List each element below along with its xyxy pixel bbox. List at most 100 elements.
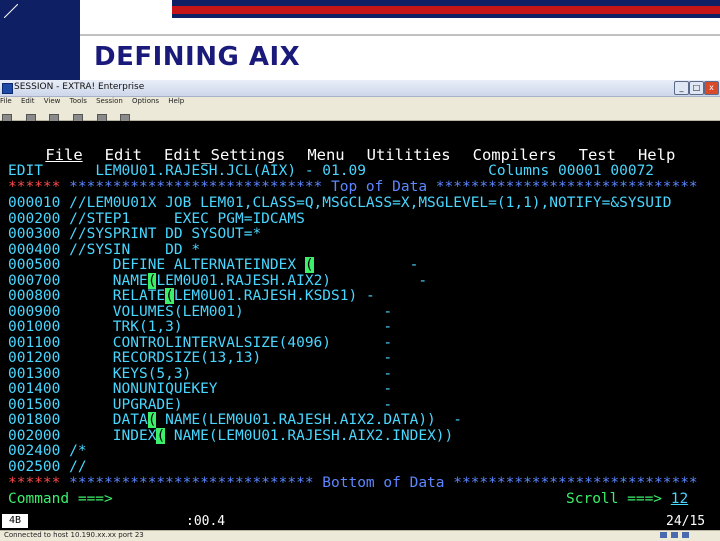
- emulator-status-strip: 4B :00.4 24/15: [0, 514, 720, 530]
- line-text-rest[interactable]: LEM0U01.RAJESH.AIX2) -: [156, 273, 427, 289]
- scroll-amount-input[interactable]: 12: [671, 491, 688, 507]
- header-navy-tab: [56, 28, 80, 80]
- connection-status: Connected to host 10.190.xx.xx port 23: [4, 531, 144, 539]
- top-marker-text: ***************************** Top of Dat…: [69, 179, 698, 195]
- top-marker-stars: ******: [8, 179, 61, 195]
- slide-header: DEFINING AIX: [0, 0, 720, 82]
- columns-label: Columns: [488, 163, 550, 179]
- line-number: 001200: [8, 350, 61, 366]
- line-text[interactable]: //SYSIN DD *: [69, 242, 200, 258]
- source-line: 001000 TRK(1,3) -: [8, 319, 392, 335]
- line-text[interactable]: INDEX: [69, 428, 157, 444]
- ispf-menu-edit[interactable]: Edit: [105, 146, 142, 164]
- scroll-field: Scroll ===> 12: [566, 491, 688, 507]
- close-button[interactable]: x: [704, 81, 719, 95]
- cursor-highlight: (: [165, 288, 174, 304]
- ispf-menu-bar: File Edit Edit_Settings Menu Utilities Compil…: [8, 131, 697, 163]
- line-text[interactable]: KEYS(5,3) -: [69, 366, 392, 382]
- line-text[interactable]: UPGRADE) -: [69, 397, 392, 413]
- line-text[interactable]: TRK(1,3) -: [69, 319, 392, 335]
- ispf-menu-edit-settings[interactable]: Edit_Settings: [164, 146, 285, 164]
- source-line: 001500 UPGRADE) -: [8, 397, 392, 413]
- line-number: 002500: [8, 458, 61, 475]
- line-text[interactable]: //STEP1 EXEC PGM=IDCAMS: [69, 211, 305, 227]
- line-text[interactable]: DATA: [69, 412, 148, 428]
- line-text[interactable]: RELATE: [69, 288, 165, 304]
- status-time: :00.4: [186, 514, 226, 529]
- menu-view[interactable]: View: [44, 97, 61, 105]
- line-number: 002000: [8, 427, 61, 444]
- ispf-menu-file[interactable]: File: [45, 146, 82, 164]
- source-line: 001300 KEYS(5,3) -: [8, 366, 392, 382]
- header-red-stripe: [172, 6, 720, 14]
- line-number: 000800: [8, 288, 61, 304]
- ispf-menu-compilers[interactable]: Compilers: [473, 146, 557, 164]
- line-text[interactable]: VOLUMES(LEM001) -: [69, 304, 392, 320]
- line-text[interactable]: RECORDSIZE(13,13) -: [69, 350, 392, 366]
- top-of-data-line: ****** ***************************** Top…: [8, 179, 698, 195]
- edit-mode-label: EDIT: [8, 163, 43, 179]
- window-statusbar: Connected to host 10.190.xx.xx port 23: [0, 530, 720, 541]
- ispf-menu-help[interactable]: Help: [638, 146, 675, 164]
- source-line: 000500 DEFINE ALTERNATEINDEX ( -: [8, 257, 418, 273]
- window-menubar: File Edit View Tools Session Options Hel…: [0, 97, 720, 108]
- line-number: 001300: [8, 365, 61, 382]
- window-titlebar[interactable]: SESSION - EXTRA! Enterprise: [0, 80, 720, 97]
- line-text-rest[interactable]: NAME(LEM0U01.RAJESH.AIX2.INDEX)): [165, 428, 453, 444]
- menu-tools[interactable]: Tools: [70, 97, 87, 105]
- status-indicator-icon: [660, 532, 667, 538]
- line-text[interactable]: //LEM0U01X JOB LEM01,CLASS=Q,MSGCLASS=X,…: [69, 195, 671, 211]
- line-number: 000900: [8, 303, 61, 320]
- line-text-rest[interactable]: -: [314, 257, 419, 273]
- ispf-menu-menu[interactable]: Menu: [307, 146, 344, 164]
- bottom-marker-stars: ******: [8, 475, 61, 491]
- line-text[interactable]: NAME: [69, 273, 148, 289]
- line-text-rest[interactable]: LEM0U01.RAJESH.KSDS1) -: [174, 288, 375, 304]
- source-line: 001100 CONTROLINTERVALSIZE(4096) -: [8, 335, 392, 351]
- line-text-rest[interactable]: NAME(LEM0U01.RAJESH.AIX2.DATA)) -: [156, 412, 462, 428]
- menu-options[interactable]: Options: [132, 97, 159, 105]
- line-text[interactable]: /*: [69, 443, 86, 459]
- bottom-of-data-line: ****** **************************** Bott…: [8, 475, 698, 491]
- source-line: 001200 RECORDSIZE(13,13) -: [8, 350, 392, 366]
- source-line: 000200 //STEP1 EXEC PGM=IDCAMS: [8, 211, 305, 227]
- line-text[interactable]: NONUNIQUEKEY -: [69, 381, 392, 397]
- ispf-menu-test[interactable]: Test: [579, 146, 616, 164]
- minimize-button[interactable]: _: [674, 81, 689, 95]
- menu-help[interactable]: Help: [168, 97, 184, 105]
- source-line: 001400 NONUNIQUEKEY -: [8, 381, 392, 397]
- source-line: 001800 DATA( NAME(LEM0U01.RAJESH.AIX2.DA…: [8, 412, 462, 428]
- session-mode-indicator: 4B: [2, 514, 28, 528]
- line-text[interactable]: CONTROLINTERVALSIZE(4096) -: [69, 335, 392, 351]
- dataset-name: LEM0U01.RAJESH.JCL(AIX) - 01.09: [95, 163, 366, 179]
- source-line: 002400 /*: [8, 443, 87, 459]
- terminal-screen[interactable]: File Edit Edit_Settings Menu Utilities Compil…: [0, 121, 720, 530]
- line-number: 000200: [8, 210, 61, 227]
- menu-session[interactable]: Session: [96, 97, 123, 105]
- bottom-marker-text: **************************** Bottom of D…: [69, 475, 698, 491]
- line-number: 000010: [8, 195, 61, 211]
- line-text[interactable]: //: [69, 459, 86, 475]
- status-indicator-icon: [671, 532, 678, 538]
- ispf-menu-utilities[interactable]: Utilities: [367, 146, 451, 164]
- menu-file[interactable]: File: [0, 97, 12, 105]
- source-line: 002000 INDEX( NAME(LEM0U01.RAJESH.AIX2.I…: [8, 427, 453, 444]
- source-line: 000400 //SYSIN DD *: [8, 242, 200, 258]
- source-line: 000800 RELATE(LEM0U01.RAJESH.KSDS1) -: [8, 288, 375, 304]
- cursor-highlight: (: [304, 257, 314, 273]
- source-line: 000300 //SYSPRINT DD SYSOUT=*: [8, 226, 261, 242]
- window-toolbar: [0, 108, 720, 123]
- command-line: Command ===>: [8, 491, 113, 507]
- line-text[interactable]: DEFINE ALTERNATEINDEX: [69, 257, 305, 273]
- line-number: 001800: [8, 412, 61, 428]
- menu-edit[interactable]: Edit: [21, 97, 35, 105]
- line-number: 000700: [8, 272, 61, 289]
- cursor-position: 24/15: [666, 514, 706, 529]
- line-text[interactable]: //SYSPRINT DD SYSOUT=*: [69, 226, 261, 242]
- columns-value: 00001 00072: [558, 163, 655, 179]
- cursor-highlight: (: [156, 427, 166, 444]
- line-number: 000500: [8, 257, 61, 273]
- maximize-button[interactable]: □: [689, 81, 704, 95]
- line-number: 000300: [8, 226, 61, 242]
- app-icon: [2, 83, 13, 94]
